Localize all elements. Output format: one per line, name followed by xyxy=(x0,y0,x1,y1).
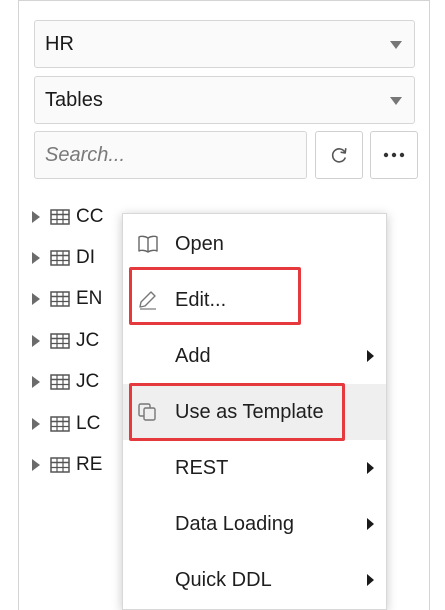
object-type-select-value: Tables xyxy=(45,89,103,111)
table-name: EN xyxy=(76,288,103,309)
expand-arrow-icon[interactable] xyxy=(32,376,40,388)
pencil-icon xyxy=(139,291,156,310)
more-options-button[interactable] xyxy=(370,131,418,179)
menu-item-data-loading[interactable]: Data Loading xyxy=(123,496,386,552)
table-name: CC xyxy=(76,206,104,227)
menu-item-edit[interactable]: Edit... xyxy=(123,272,386,328)
table-icon xyxy=(50,209,70,225)
more-horizontal-icon xyxy=(383,152,405,158)
menu-item-label: Edit... xyxy=(175,288,227,311)
menu-item-add[interactable]: Add xyxy=(123,328,386,384)
table-row[interactable]: DI xyxy=(32,246,95,270)
table-row[interactable]: JC xyxy=(32,329,99,353)
expand-arrow-icon[interactable] xyxy=(32,211,40,223)
table-icon xyxy=(50,250,70,266)
table-row[interactable]: RE xyxy=(32,453,102,477)
expand-arrow-icon[interactable] xyxy=(32,335,40,347)
menu-item-label: REST xyxy=(175,456,229,479)
expand-arrow-icon[interactable] xyxy=(32,418,40,430)
menu-item-label: Quick DDL xyxy=(175,568,272,591)
table-row[interactable]: LC xyxy=(32,412,100,436)
schema-select[interactable]: HR xyxy=(34,20,415,68)
expand-arrow-icon[interactable] xyxy=(32,252,40,264)
menu-item-use-as-template[interactable]: Use as Template xyxy=(123,384,386,440)
submenu-arrow-icon xyxy=(367,574,374,586)
menu-item-open[interactable]: Open xyxy=(123,216,386,272)
book-icon xyxy=(138,235,158,253)
copy-icon xyxy=(138,403,156,421)
menu-item-quick-ddl[interactable]: Quick DDL xyxy=(123,552,386,608)
chevron-down-icon xyxy=(390,41,402,49)
table-name: JC xyxy=(76,330,100,351)
menu-item-label: Data Loading xyxy=(175,512,294,535)
submenu-arrow-icon xyxy=(367,350,374,362)
expand-arrow-icon[interactable] xyxy=(32,459,40,471)
table-name: LC xyxy=(76,413,101,434)
table-icon xyxy=(50,416,70,432)
submenu-arrow-icon xyxy=(367,518,374,530)
expand-arrow-icon[interactable] xyxy=(32,293,40,305)
search-input[interactable] xyxy=(34,131,307,179)
menu-item-label: Use as Template xyxy=(175,400,324,423)
refresh-icon xyxy=(331,148,347,163)
submenu-arrow-icon xyxy=(367,462,374,474)
table-row[interactable]: JC xyxy=(32,370,99,394)
table-icon xyxy=(50,374,70,390)
table-name: RE xyxy=(76,454,103,475)
schema-select-value: HR xyxy=(45,33,74,55)
table-name: DI xyxy=(76,247,95,268)
object-type-select[interactable]: Tables xyxy=(34,76,415,124)
menu-item-label: Add xyxy=(175,344,211,367)
table-row[interactable]: CC xyxy=(32,205,103,229)
table-name: JC xyxy=(76,371,100,392)
table-icon xyxy=(50,291,70,307)
table-icon xyxy=(50,457,70,473)
menu-item-rest[interactable]: REST xyxy=(123,440,386,496)
chevron-down-icon xyxy=(390,97,402,105)
context-menu: Open Edit... Add Use as Template REST Da… xyxy=(122,213,387,610)
table-icon xyxy=(50,333,70,349)
table-row[interactable]: EN xyxy=(32,287,102,311)
menu-item-label: Open xyxy=(175,232,224,255)
refresh-button[interactable] xyxy=(315,131,363,179)
